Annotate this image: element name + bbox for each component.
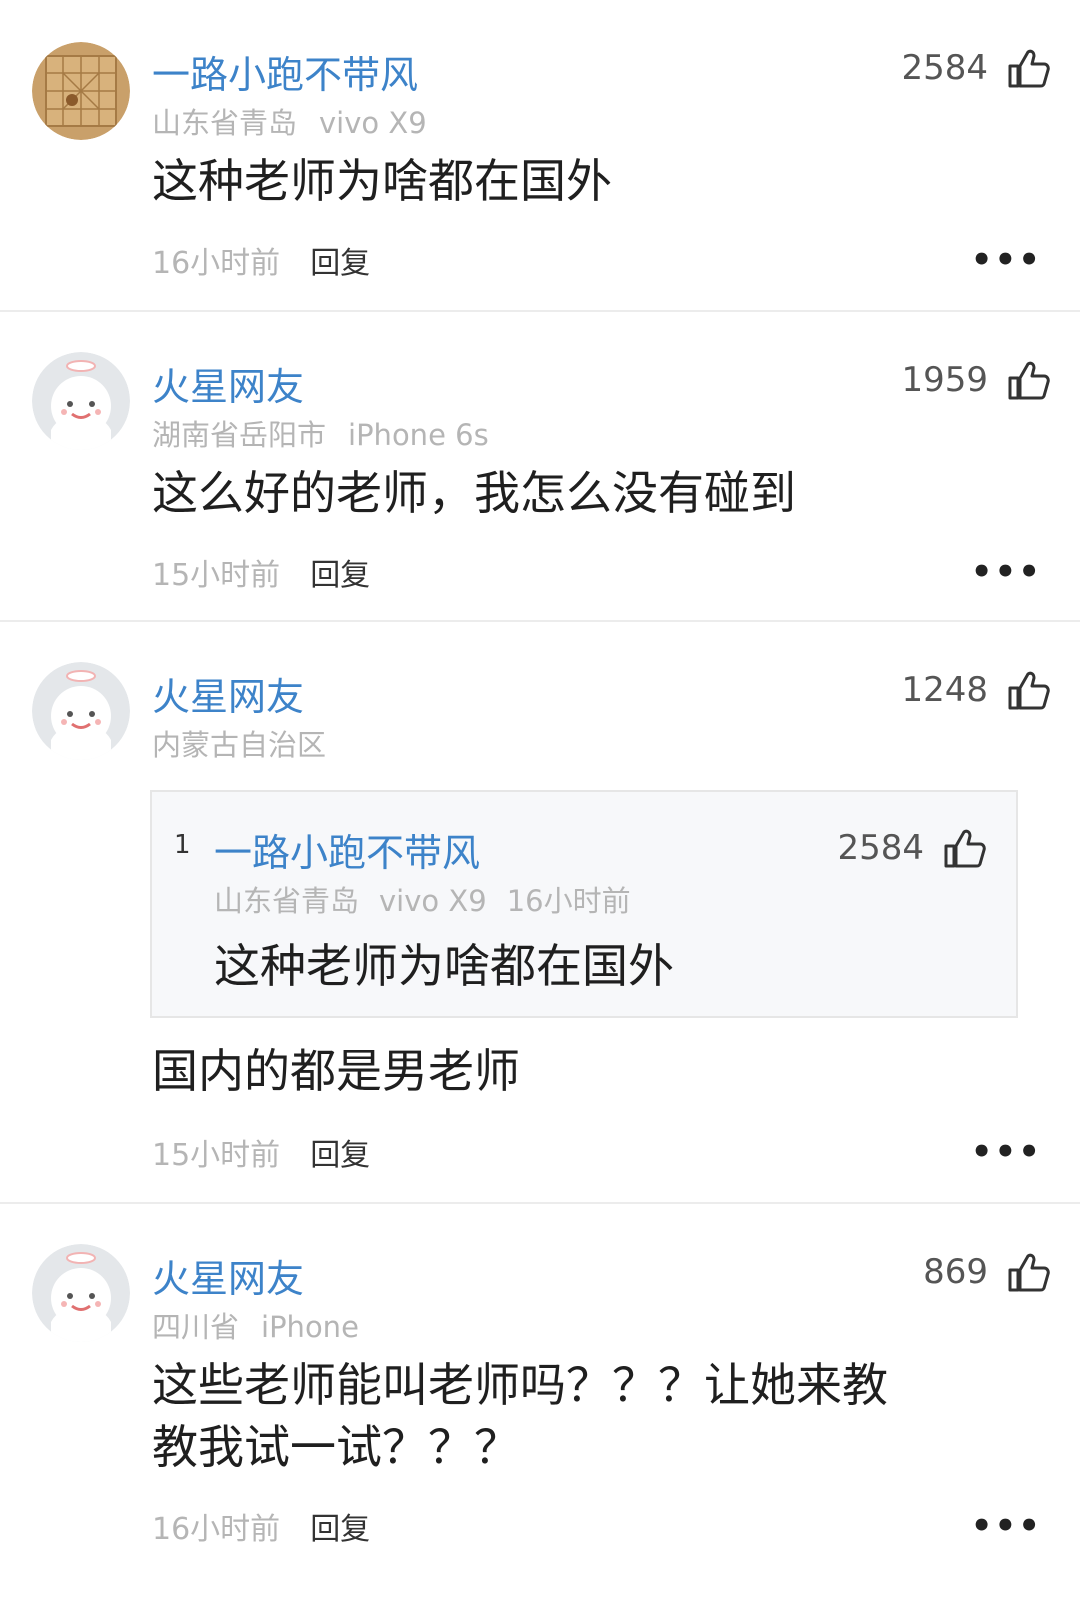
more-options-icon[interactable]: ••• (971, 1135, 1042, 1169)
more-options-icon[interactable]: ••• (971, 555, 1042, 589)
timestamp: 16小时前 (152, 246, 281, 281)
quote-like-count: 2584 (837, 828, 924, 868)
timestamp: 16小时前 (152, 1512, 281, 1547)
like-count: 1248 (901, 670, 988, 710)
comment-text: 国内的都是男老师 (152, 1044, 520, 1098)
board-game-avatar-icon (32, 42, 130, 140)
location: 山东省青岛 (152, 106, 298, 140)
reply-button[interactable]: 回复 (310, 1504, 370, 1548)
like-count: 869 (923, 1252, 988, 1292)
quote-meta: 山东省青岛 vivo X9 16小时前 (214, 878, 651, 920)
comment-text: 这些老师能叫老师吗？？？让她来教 教我试一试？？？ (152, 1354, 1032, 1478)
device: vivo X9 (319, 106, 427, 140)
comment-footer: 16小时前 回复 (152, 238, 370, 282)
reply-button[interactable]: 回复 (310, 1130, 370, 1174)
user-meta: 山东省青岛 vivo X9 (152, 100, 449, 142)
like-button[interactable]: 2584 (901, 46, 1050, 90)
comment-item: 火星网友 内蒙古自治区 1248 1 一路小跑不带风 山东省青岛 vivo X9 1… (0, 622, 1080, 1202)
username[interactable]: 一路小跑不带风 (152, 44, 418, 99)
quote-device: vivo X9 (379, 884, 487, 918)
comment-text-line: 教我试一试？？？ (152, 1420, 520, 1474)
quote-like-button[interactable]: 2584 (837, 826, 986, 870)
device: iPhone (261, 1310, 359, 1344)
timestamp: 15小时前 (152, 1138, 281, 1173)
more-options-icon[interactable]: ••• (971, 243, 1042, 277)
comment-text: 这么好的老师，我怎么没有碰到 (152, 466, 796, 520)
comment-item: 一路小跑不带风 山东省青岛 vivo X9 2584 这种老师为啥都在国外 16小… (0, 0, 1080, 310)
like-count: 1959 (901, 360, 988, 400)
location: 湖南省岳阳市 (152, 418, 327, 452)
username[interactable]: 火星网友 (152, 666, 304, 721)
quote-time: 16小时前 (506, 884, 631, 918)
reply-button[interactable]: 回复 (310, 550, 370, 594)
like-button[interactable]: 869 (923, 1250, 1050, 1294)
comment-text-line: 这些老师能叫老师吗？？？让她来教 (152, 1358, 888, 1412)
default-face-avatar-icon (32, 662, 130, 760)
username[interactable]: 火星网友 (152, 356, 304, 411)
default-face-avatar-icon (32, 352, 130, 450)
user-meta: 湖南省岳阳市 iPhone 6s (152, 412, 511, 454)
avatar[interactable] (32, 352, 130, 450)
default-face-avatar-icon (32, 1244, 130, 1342)
like-button[interactable]: 1959 (901, 358, 1050, 402)
username[interactable]: 火星网友 (152, 1248, 304, 1303)
timestamp: 15小时前 (152, 558, 281, 593)
comment-item: 火星网友 四川省 iPhone 869 这些老师能叫老师吗？？？让她来教 教我试一… (0, 1204, 1080, 1609)
thumbs-up-icon (1006, 1250, 1050, 1294)
more-options-icon[interactable]: ••• (971, 1509, 1042, 1543)
thumbs-up-icon (1006, 46, 1050, 90)
device: iPhone 6s (348, 418, 489, 452)
reply-button[interactable]: 回复 (310, 238, 370, 282)
quote-username[interactable]: 一路小跑不带风 (214, 822, 480, 877)
thumbs-up-icon (1006, 358, 1050, 402)
like-button[interactable]: 1248 (901, 668, 1050, 712)
comment-text: 这种老师为啥都在国外 (152, 154, 612, 208)
location: 内蒙古自治区 (152, 728, 327, 762)
user-meta: 内蒙古自治区 (152, 722, 348, 764)
quoted-comment[interactable]: 1 一路小跑不带风 山东省青岛 vivo X9 16小时前 2584 这种老师为啥都… (150, 790, 1018, 1018)
comment-footer: 15小时前 回复 (152, 1130, 370, 1174)
location: 四川省 (152, 1310, 240, 1344)
avatar[interactable] (32, 662, 130, 760)
avatar[interactable] (32, 42, 130, 140)
comment-footer: 16小时前 回复 (152, 1504, 370, 1548)
user-meta: 四川省 iPhone (152, 1304, 381, 1346)
avatar[interactable] (32, 1244, 130, 1342)
comment-item: 火星网友 湖南省岳阳市 iPhone 6s 1959 这么好的老师，我怎么没有碰到… (0, 312, 1080, 620)
quote-index: 1 (174, 830, 191, 860)
like-count: 2584 (901, 48, 988, 88)
thumbs-up-icon (1006, 668, 1050, 712)
thumbs-up-icon (942, 826, 986, 870)
quote-text: 这种老师为啥都在国外 (214, 939, 674, 993)
quote-location: 山东省青岛 (214, 884, 360, 918)
comment-footer: 15小时前 回复 (152, 550, 370, 594)
